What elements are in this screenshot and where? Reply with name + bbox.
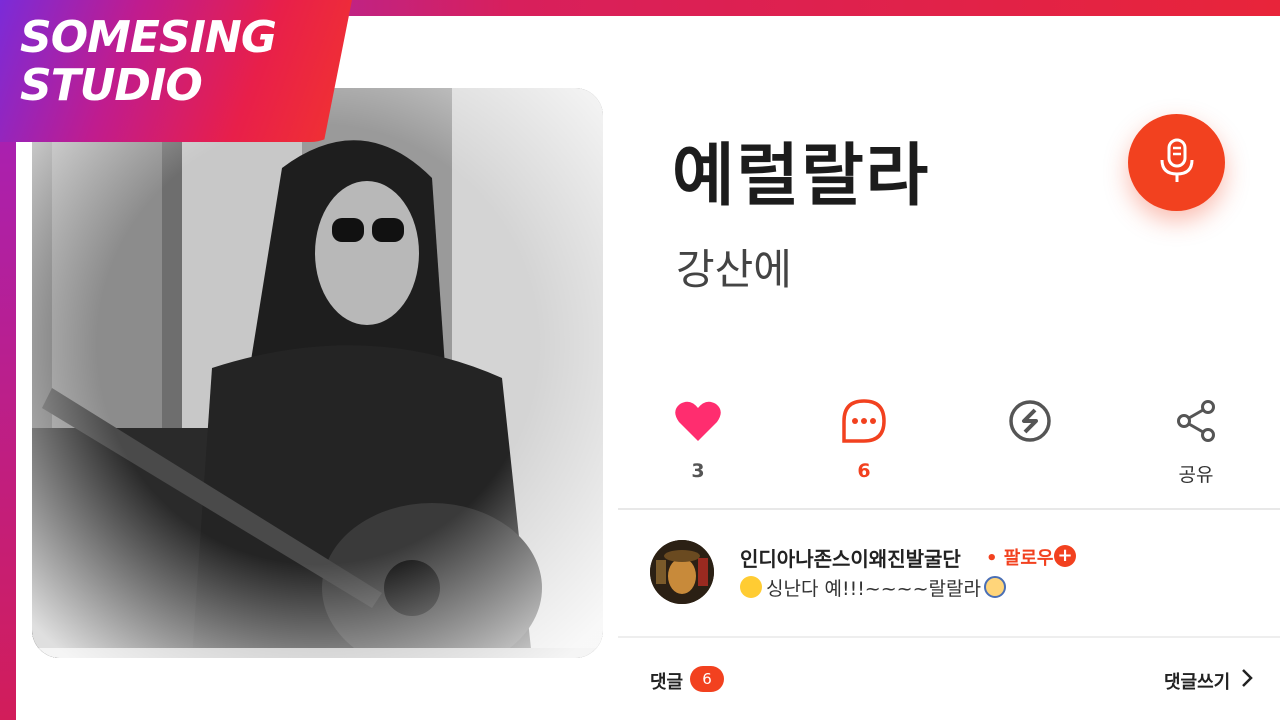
action-bar: 3 6 공유 [618, 380, 1280, 500]
person-emoji-icon [984, 576, 1006, 598]
brand-logo-text: SOMESING STUDIO [20, 12, 277, 111]
song-title: 예럴랄라 [672, 137, 931, 216]
share-icon [1174, 399, 1218, 447]
avatar[interactable] [650, 540, 714, 604]
microphone-icon [1157, 138, 1197, 188]
like-count: 3 [691, 460, 705, 482]
comment-author[interactable]: 인디아나존스이왜진발굴단 [740, 543, 961, 572]
comments-label[interactable]: 댓글 [650, 668, 683, 694]
divider [618, 508, 1280, 510]
comment-count: 6 [857, 460, 871, 482]
write-comment-link[interactable]: 댓글쓰기 [1164, 668, 1230, 694]
follow-link[interactable]: • 팔로우 [986, 544, 1053, 570]
somesing-button[interactable] [970, 398, 1090, 448]
like-button[interactable]: 3 [638, 398, 758, 482]
grin-emoji-icon [740, 576, 762, 598]
record-button[interactable] [1128, 114, 1225, 211]
divider [618, 636, 1280, 638]
comment-text: 싱난다 예!!!~~~~랄랄라 [766, 578, 981, 600]
song-artist: 강산에 [676, 245, 792, 294]
comment-button[interactable]: 6 [804, 398, 924, 482]
brand-line-1: SOMESING [20, 12, 277, 63]
comment-item: 인디아나존스이왜진발굴단 • 팔로우 + 싱난다 예!!!~~~~랄랄라 [650, 538, 1270, 608]
follow-plus-icon[interactable]: + [1054, 545, 1076, 567]
chevron-right-icon[interactable] [1240, 666, 1254, 690]
speech-bubble-icon [841, 398, 887, 448]
somesing-logo-icon [1007, 398, 1053, 448]
album-photo [32, 88, 603, 658]
share-button[interactable]: 공유 [1136, 398, 1256, 487]
comments-count-badge: 6 [690, 666, 724, 692]
heart-icon [674, 399, 722, 447]
brand-line-2: STUDIO [20, 60, 203, 111]
share-label: 공유 [1178, 464, 1214, 486]
